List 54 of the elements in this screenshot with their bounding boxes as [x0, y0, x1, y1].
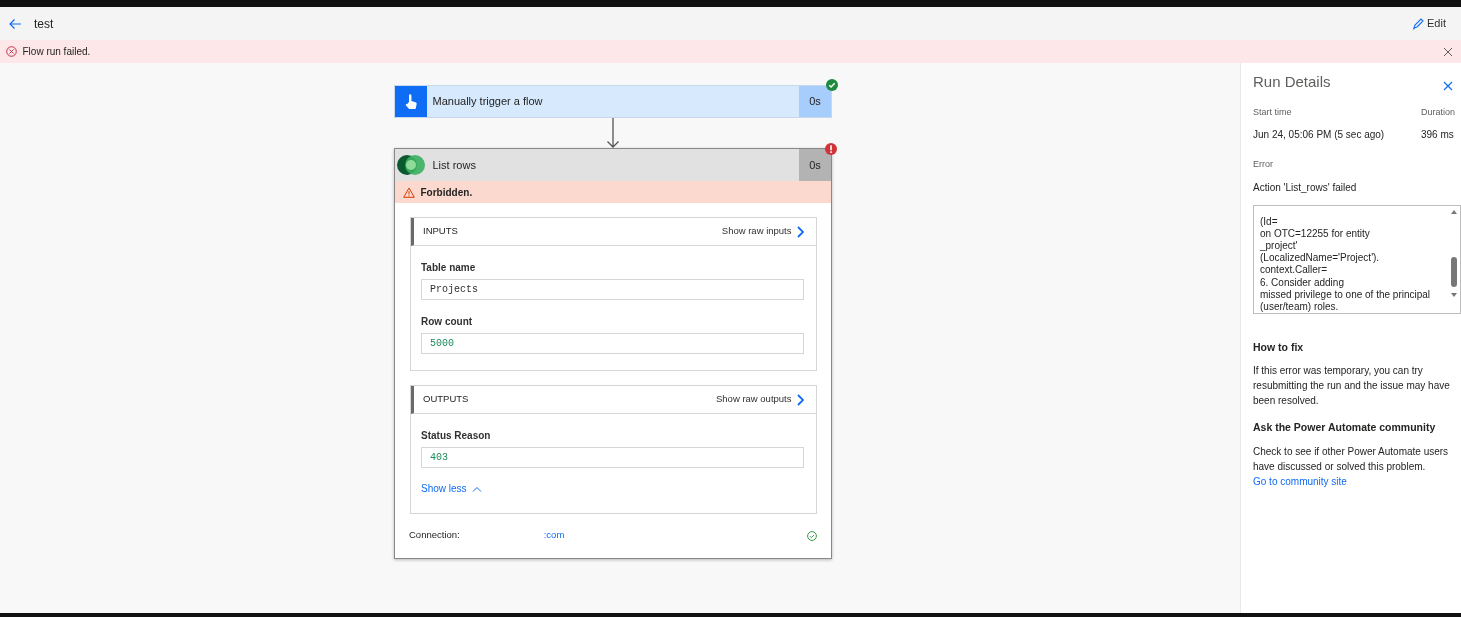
raw-inputs-link[interactable]: Show raw inputs: [721, 224, 804, 239]
error-text-line: context.Caller=: [1260, 264, 1328, 277]
section-heading: OUTPUTS: [423, 392, 469, 407]
flow-title: test: [34, 15, 54, 33]
error-text-line: on OTC=12255 for entity: [1260, 227, 1371, 240]
pencil-icon: [1412, 17, 1425, 30]
community-link[interactable]: Go to community site: [1253, 476, 1347, 487]
chevron-right-icon: [797, 225, 804, 238]
field-label: Start time: [1253, 105, 1293, 119]
error-message: Forbidden.: [420, 185, 473, 200]
connection-label: Connection:: [409, 528, 460, 543]
field-label: Status Reason: [421, 429, 492, 443]
close-icon[interactable]: [1443, 81, 1453, 92]
back-arrow-icon[interactable]: [8, 17, 22, 30]
step-title: Manually trigger a flow: [431, 94, 544, 110]
close-icon[interactable]: [1443, 46, 1453, 57]
raw-outputs-link[interactable]: Show raw outputs: [716, 392, 804, 407]
dataverse-logo-icon: [396, 153, 426, 177]
field-label: Error: [1253, 158, 1274, 171]
show-less-link[interactable]: Show less: [421, 481, 483, 496]
field-label: Row count: [421, 315, 474, 329]
error-text-line: 6. Consider adding: [1260, 276, 1345, 289]
section-heading: How to fix: [1253, 339, 1305, 355]
step-duration: 0s: [799, 149, 831, 181]
run-duration: 396 ms: [1421, 128, 1455, 142]
field-value: 403: [421, 447, 804, 468]
step-title: List rows: [431, 157, 477, 173]
down-arrow-icon: [606, 118, 620, 148]
error-text-line: (Id=: [1260, 215, 1279, 228]
trigger-card[interactable]: Manually trigger a flow 0s: [394, 85, 832, 118]
error-circle-icon: [6, 46, 17, 57]
field-value: 5000: [421, 333, 804, 354]
connection-value: :com: [543, 528, 565, 543]
field-label: Duration: [1421, 105, 1456, 119]
step-duration: 0s: [799, 86, 831, 117]
section-heading: Ask the Power Automate community: [1253, 420, 1437, 436]
error-text-line: (LocalizedName='Project').: [1260, 252, 1381, 265]
error-text-line: (user/team) roles.: [1260, 300, 1340, 313]
error-summary: Action 'List_rows' failed: [1253, 180, 1358, 195]
panel-title: Run Details: [1253, 72, 1331, 92]
hand-pointer-icon: [404, 92, 418, 111]
section-heading: INPUTS: [423, 224, 458, 239]
error-text-line: _project': [1260, 239, 1299, 253]
chevron-up-icon: [472, 485, 483, 492]
start-time: Jun 24, 05:06 PM (5 sec ago): [1253, 128, 1386, 142]
edit-button[interactable]: Edit: [1411, 14, 1447, 33]
error-text-line: missed privilege to one of the principal: [1260, 288, 1432, 301]
field-value: Projects: [421, 279, 804, 300]
banner-message: Flow run failed.: [22, 45, 91, 59]
help-text: If this error was temporary, you can try resubmitting the run and the issue may have been resolved.: [1253, 364, 1451, 409]
warning-icon: [403, 186, 415, 198]
help-text: Check to see if other Power Automate users have discussed or solved this problem.: [1253, 445, 1450, 474]
chevron-right-icon: [797, 393, 804, 406]
field-label: Table name: [421, 261, 477, 275]
